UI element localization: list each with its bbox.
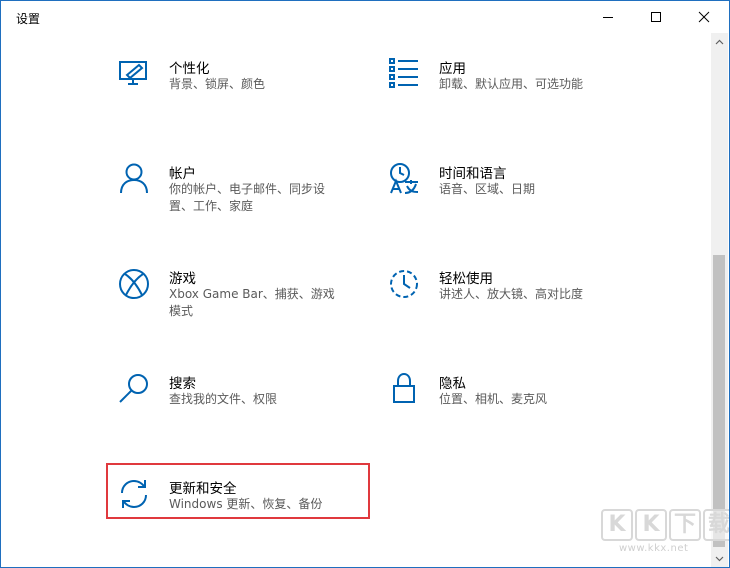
item-title: 时间和语言: [439, 166, 507, 182]
item-title: 应用: [439, 61, 466, 77]
maximize-icon: [651, 12, 661, 22]
item-description: 背景、锁屏、颜色: [169, 77, 266, 91]
personalization-icon: [117, 57, 151, 91]
window-title: 设置: [16, 12, 41, 26]
settings-item-search[interactable]: 搜索 查找我的文件、权限: [117, 372, 367, 436]
item-title: 轻松使用: [439, 271, 493, 287]
maximize-button[interactable]: [633, 1, 679, 33]
apps-list-icon: [387, 57, 421, 91]
close-icon: [698, 11, 710, 23]
item-description: 你的帐户、电子邮件、同步设置、工作、家庭: [169, 182, 326, 213]
item-description: Xbox Game Bar、捕获、游戏模式: [169, 287, 335, 318]
watermark-letter: K: [635, 509, 667, 541]
lock-icon: [387, 372, 421, 406]
highlight-box: [106, 463, 370, 519]
settings-item-accounts[interactable]: 帐户 你的帐户、电子邮件、同步设置、工作、家庭: [117, 162, 367, 226]
minimize-icon: [603, 17, 613, 18]
settings-item-privacy[interactable]: 隐私 位置、相机、麦克风: [387, 372, 637, 436]
watermark-url: www.kkx.net: [619, 543, 689, 554]
item-title: 帐户: [169, 166, 196, 182]
person-icon: [117, 162, 151, 196]
watermark-letter: 载: [703, 509, 729, 541]
settings-item-personalization[interactable]: 个性化 背景、锁屏、颜色: [117, 57, 367, 121]
settings-item-apps[interactable]: 应用 卸载、默认应用、可选功能: [387, 57, 637, 121]
minimize-button[interactable]: [585, 1, 631, 33]
item-description: 位置、相机、麦克风: [439, 392, 548, 406]
item-description: 查找我的文件、权限: [169, 392, 278, 406]
close-button[interactable]: [681, 1, 727, 33]
item-title: 隐私: [439, 376, 466, 392]
time-language-icon: [387, 162, 421, 196]
scroll-up-button[interactable]: [711, 33, 728, 50]
settings-window: 设置 个性化 背景、锁屏、颜色 应用 卸载、默认应用、可选功能 帐户 你的帐户、…: [0, 0, 730, 568]
vertical-scrollbar[interactable]: [711, 33, 728, 567]
scroll-thumb[interactable]: [713, 255, 725, 547]
settings-item-gaming[interactable]: 游戏 Xbox Game Bar、捕获、游戏模式: [117, 267, 367, 331]
item-title: 游戏: [169, 271, 196, 287]
xbox-icon: [117, 267, 151, 301]
item-description: 语音、区域、日期: [439, 182, 536, 196]
ease-of-access-icon: [387, 267, 421, 301]
magnifier-icon: [117, 372, 151, 406]
settings-item-ease-of-access[interactable]: 轻松使用 讲述人、放大镜、高对比度: [387, 267, 637, 331]
item-title: 个性化: [169, 61, 210, 77]
watermark-logo: K K 下 载 www.kkx.net: [601, 509, 729, 567]
watermark-letter: K: [601, 509, 633, 541]
watermark-letter: 下: [669, 509, 701, 541]
settings-item-time-language[interactable]: 时间和语言 语音、区域、日期: [387, 162, 637, 226]
item-description: 卸载、默认应用、可选功能: [439, 77, 584, 91]
chevron-up-icon: [715, 39, 724, 44]
item-title: 搜索: [169, 376, 196, 392]
item-description: 讲述人、放大镜、高对比度: [439, 287, 584, 301]
title-bar[interactable]: 设置: [1, 1, 729, 33]
